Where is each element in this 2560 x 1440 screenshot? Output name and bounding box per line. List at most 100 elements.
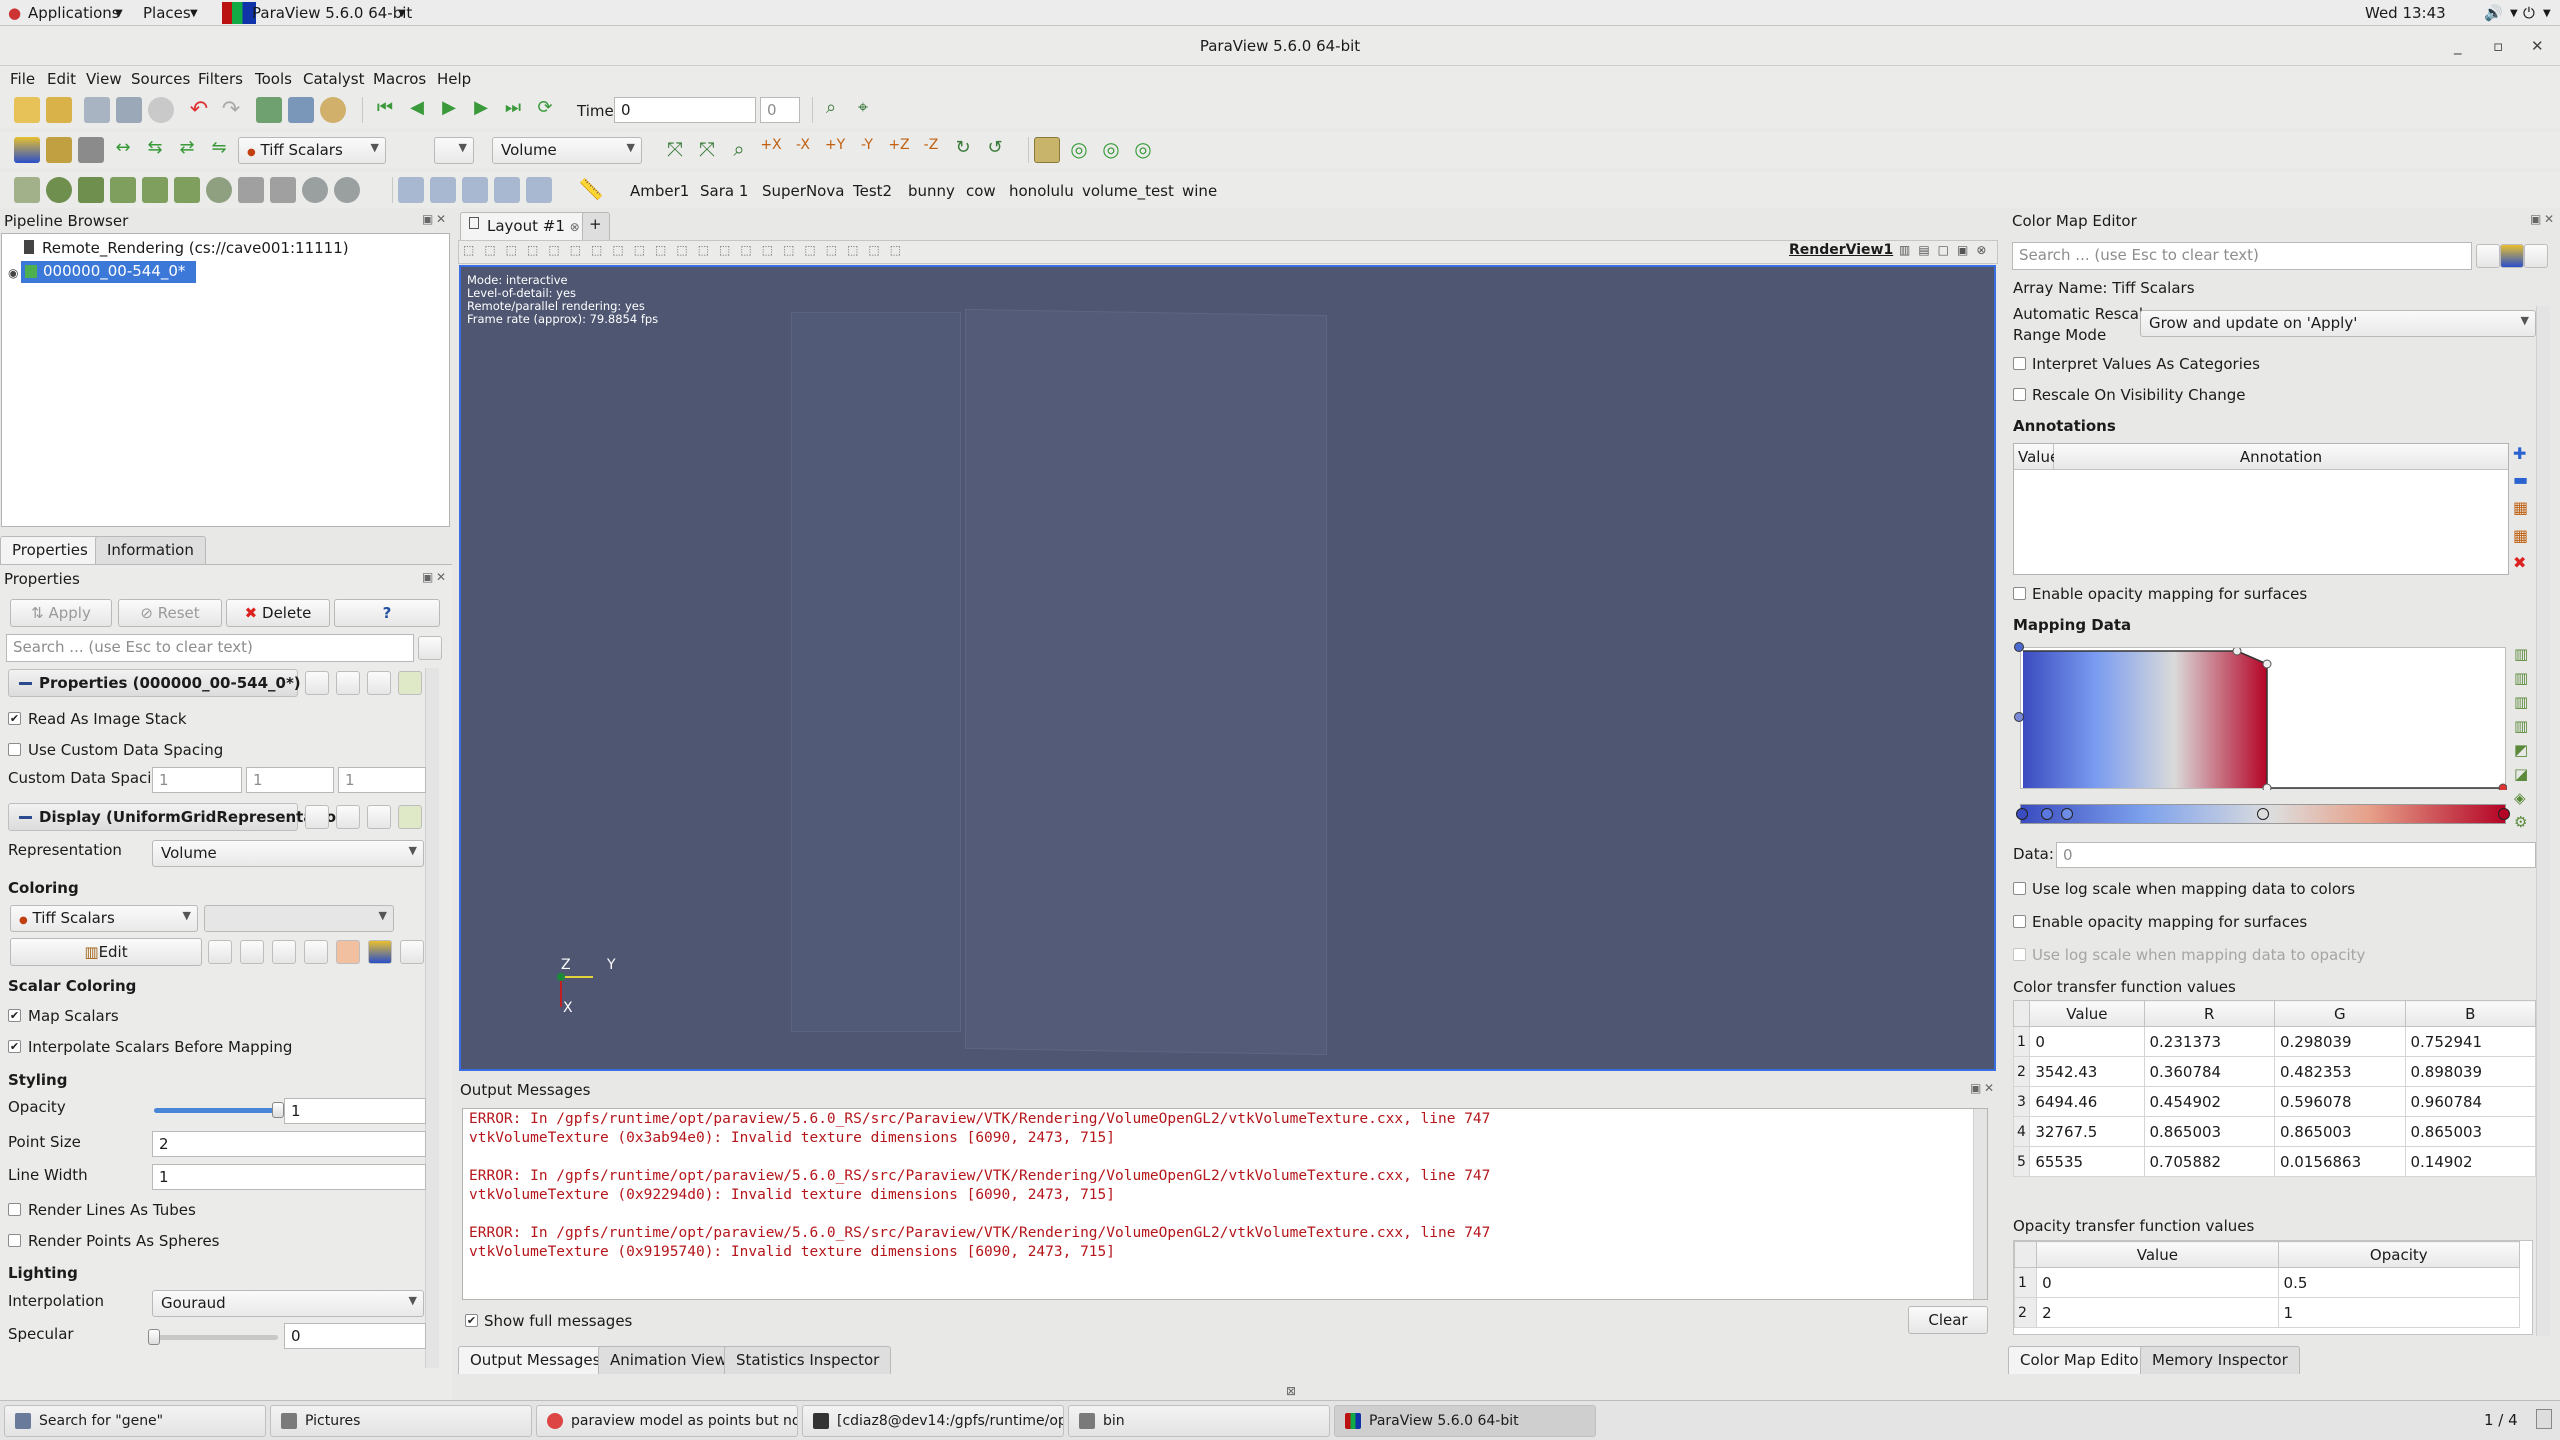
view-split-icons[interactable]: ▥▤□▣⊗ <box>1899 243 1994 257</box>
view-minus-x-icon[interactable]: -X <box>790 137 816 163</box>
calculator-icon[interactable] <box>14 177 40 203</box>
representation-dropdown[interactable]: Volume ▼ <box>152 840 424 867</box>
contour-icon[interactable] <box>46 177 72 203</box>
component-select[interactable]: ▼ <box>434 137 474 164</box>
colormap-search-input[interactable]: Search ... (use Esc to clear text) <box>2012 242 2472 270</box>
table-cell[interactable]: 6494.46 <box>2029 1086 2145 1117</box>
output-scrollbar[interactable] <box>1973 1109 1987 1299</box>
task-bin[interactable]: bin <box>1068 1405 1330 1437</box>
menu-sources[interactable]: Sources <box>131 70 190 88</box>
new-layout-tab[interactable]: + <box>582 212 610 240</box>
menu-file[interactable]: File <box>10 70 35 88</box>
table-cell[interactable]: 0.705882 <box>2143 1146 2275 1177</box>
table-cell[interactable]: 0.14902 <box>2404 1146 2536 1177</box>
redo-icon[interactable]: ↷ <box>218 97 244 123</box>
volume-icon[interactable]: 🔊 <box>2484 4 2503 22</box>
rescale-custom-icon[interactable]: ↔ <box>110 137 136 163</box>
color-point-handle[interactable] <box>2016 808 2028 820</box>
find-data-icon[interactable]: ⌕ <box>818 97 844 123</box>
color-legend-icon[interactable] <box>2500 244 2524 268</box>
reload-icon[interactable] <box>367 671 391 695</box>
dock-float-icon[interactable]: ▣ <box>422 212 433 226</box>
pick-center-icon[interactable]: ◎ <box>1130 137 1156 163</box>
camera-redo-icon[interactable] <box>288 97 314 123</box>
component-dropdown[interactable]: ▼ <box>204 905 394 932</box>
color-legend-icon[interactable] <box>368 940 392 964</box>
first-frame-icon[interactable]: ⏮ <box>372 97 398 123</box>
open-recent-icon[interactable] <box>46 97 72 123</box>
dock-float-icon[interactable]: ▣ <box>1970 1081 1981 1095</box>
annotations-table[interactable]: Value Annotation <box>2013 443 2509 575</box>
tab-statistics-inspector[interactable]: Statistics Inspector <box>724 1346 892 1374</box>
menu-edit[interactable]: Edit <box>47 70 76 88</box>
table-cell[interactable]: 0.752941 <box>2404 1026 2536 1057</box>
select-block-icon[interactable] <box>494 177 520 203</box>
interpolation-dropdown[interactable]: Gouraud ▼ <box>152 1290 424 1317</box>
extract-level-icon[interactable] <box>334 177 360 203</box>
reset-range-icon[interactable] <box>78 137 104 163</box>
log-scale-colors-checkbox[interactable] <box>2013 882 2026 895</box>
table-cell[interactable]: 0.482353 <box>2274 1056 2406 1087</box>
task-pictures[interactable]: Pictures <box>270 1405 532 1437</box>
select-cells-icon[interactable] <box>398 177 424 203</box>
spacing-y-field[interactable]: 1 <box>246 767 334 793</box>
table-cell[interactable]: 0.360784 <box>2143 1056 2275 1087</box>
dock-float-icon[interactable]: ▣ <box>422 570 433 584</box>
clear-button[interactable]: Clear <box>1908 1306 1988 1334</box>
opacity-point-handle[interactable] <box>2014 642 2024 652</box>
properties-search-input[interactable]: Search ... (use Esc to clear text) <box>6 634 414 662</box>
color-point-handle[interactable] <box>2041 808 2053 820</box>
clock[interactable]: Wed 13:43 <box>2365 4 2446 22</box>
table-row[interactable]: 3 6494.46 0.454902 0.596078 0.960784 <box>2012 1086 2536 1117</box>
specular-field[interactable]: 0 <box>284 1323 426 1349</box>
open-icon[interactable] <box>14 97 40 123</box>
color-transfer-table[interactable]: Value R G B 1 0 0.231373 0.298039 0.752941 2… <box>2012 1000 2536 1177</box>
table-row[interactable]: 1 0 0.231373 0.298039 0.752941 <box>2012 1026 2536 1057</box>
rescale-data-icon[interactable] <box>240 940 264 964</box>
colormap-side-tools-icons[interactable]: ▥ ▥ ▥ ▥ ◩ ◪ ◈ ⚙ <box>2514 642 2534 842</box>
dock-float-icon[interactable]: ▣ <box>2530 212 2541 226</box>
places-menu[interactable]: Places <box>143 4 191 22</box>
custom-spacing-checkbox[interactable] <box>8 743 21 756</box>
paste-icon[interactable] <box>336 805 360 829</box>
advanced-gear-icon[interactable] <box>418 636 442 660</box>
table-cell[interactable]: 65535 <box>2029 1146 2145 1177</box>
view-plus-z-icon[interactable]: +Z <box>886 137 912 163</box>
tab-layout[interactable]: Layout #1 ⊗ <box>460 212 592 240</box>
bookmark-amber1[interactable]: Amber1 <box>630 182 689 200</box>
color-by-select[interactable]: ● Tiff Scalars ▼ <box>238 137 386 164</box>
rescale-time-icon[interactable] <box>304 940 328 964</box>
toggle-color-legend-icon[interactable] <box>14 137 40 163</box>
applications-menu[interactable]: Applications <box>28 4 120 22</box>
table-cell[interactable]: 0.596078 <box>2274 1086 2406 1117</box>
minimize-button[interactable]: _ <box>2454 26 2462 66</box>
task-search[interactable]: Search for "gene" <box>4 1405 266 1437</box>
time-input[interactable]: 0 <box>614 97 756 123</box>
save-data-icon[interactable] <box>84 97 110 123</box>
bookmark-bunny[interactable]: bunny <box>908 182 955 200</box>
ruler-icon[interactable]: 📏 <box>578 177 604 203</box>
table-cell[interactable]: 0.865003 <box>2404 1116 2536 1147</box>
save-default-icon[interactable] <box>2524 244 2548 268</box>
save-default-icon[interactable] <box>398 671 422 695</box>
save-default-icon[interactable] <box>398 805 422 829</box>
view-plus-y-icon[interactable]: +Y <box>822 137 848 163</box>
view-minus-z-icon[interactable]: -Z <box>918 137 944 163</box>
edit-color-map-icon[interactable] <box>46 137 72 163</box>
slice-icon[interactable] <box>110 177 136 203</box>
pipeline-item-selected[interactable]: 000000_00-544_0* <box>21 261 196 283</box>
opacity-transfer-editor[interactable] <box>2014 642 2508 793</box>
opacity-field[interactable]: 1 <box>284 1098 426 1124</box>
point-size-field[interactable]: 2 <box>152 1131 426 1157</box>
table-row[interactable]: 4 32767.5 0.865003 0.865003 0.865003 <box>2012 1116 2536 1147</box>
table-row[interactable]: 221 <box>2014 1297 2521 1328</box>
tab-color-map-editor[interactable]: Color Map Editor <box>2008 1346 2157 1374</box>
rescale-visible-icon[interactable] <box>336 940 360 964</box>
show-center-icon[interactable]: ◎ <box>1098 137 1124 163</box>
opacity-slider[interactable] <box>154 1102 284 1118</box>
table-cell[interactable]: 2 <box>2036 1297 2279 1328</box>
otf-col-value[interactable]: Value <box>2036 1241 2279 1268</box>
previous-frame-icon[interactable]: ◀ <box>404 97 430 123</box>
eye-icon[interactable]: ◉ <box>8 266 18 280</box>
opacity-surfaces-checkbox[interactable] <box>2013 587 2026 600</box>
